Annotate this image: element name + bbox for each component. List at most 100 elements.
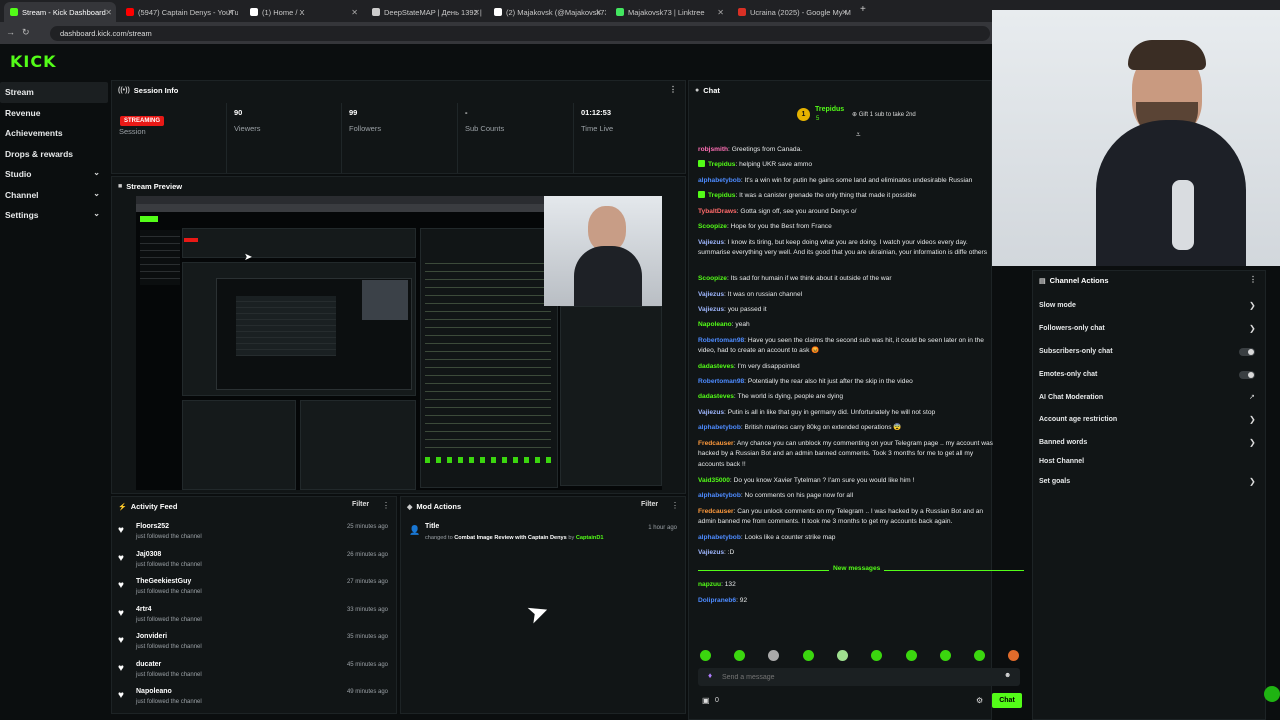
- chat-username[interactable]: Scoopize: [698, 275, 727, 282]
- emote-icon[interactable]: [803, 650, 814, 661]
- close-tab-icon[interactable]: ✕: [595, 8, 602, 17]
- more-options-icon[interactable]: ⋮: [671, 501, 679, 510]
- close-tab-icon[interactable]: ✕: [351, 8, 358, 17]
- chat-username[interactable]: Scoopize: [698, 223, 727, 230]
- channel-action-account-age[interactable]: Account age restriction: [1039, 416, 1117, 423]
- chat-username[interactable]: dadasteves: [698, 393, 734, 400]
- chat-username[interactable]: dadasteves: [698, 363, 734, 370]
- chat-username[interactable]: alphabetybob: [698, 534, 741, 541]
- url-field[interactable]: dashboard.kick.com/stream: [50, 26, 990, 41]
- chevron-right-icon[interactable]: ❯: [1249, 477, 1256, 486]
- emote-icon[interactable]: [871, 650, 882, 661]
- more-options-icon[interactable]: ⋮: [669, 85, 677, 94]
- chat-username[interactable]: Napoleano: [698, 321, 732, 328]
- browser-tab-6[interactable]: Ucraina (2025) - Google My M ✕: [732, 2, 852, 22]
- emote-icon[interactable]: [837, 650, 848, 661]
- chat-send-button[interactable]: Chat: [992, 693, 1022, 708]
- follower-name[interactable]: Floors252: [136, 523, 169, 530]
- pinned-gifter-name[interactable]: Trepidus: [815, 106, 844, 113]
- channel-action-slow-mode[interactable]: Slow mode: [1039, 302, 1076, 309]
- chat-username[interactable]: Robertoman98: [698, 378, 744, 385]
- follower-name[interactable]: ducater: [136, 661, 161, 668]
- chat-username[interactable]: Trepidus: [708, 161, 735, 168]
- channel-action-host-channel[interactable]: Host Channel: [1039, 458, 1084, 465]
- chat-username[interactable]: alphabetybob: [698, 177, 741, 184]
- chat-username[interactable]: Vajiezus: [698, 239, 724, 246]
- browser-tab-5[interactable]: Majakovsk73 | Linktree ✕: [610, 2, 728, 22]
- chat-username[interactable]: Vajiezus: [698, 409, 724, 416]
- close-tab-icon[interactable]: ✕: [473, 8, 480, 17]
- chat-username[interactable]: Vajiezus: [698, 306, 724, 313]
- close-tab-icon[interactable]: ✕: [105, 8, 112, 17]
- new-tab-icon[interactable]: +: [860, 4, 866, 15]
- emote-icon[interactable]: [974, 650, 985, 661]
- emote-icon[interactable]: [1008, 650, 1019, 661]
- sidebar-item-achievements[interactable]: Achievements: [0, 123, 108, 144]
- close-tab-icon[interactable]: ✕: [717, 8, 724, 17]
- follower-name[interactable]: Jonvideri: [136, 633, 167, 640]
- browser-tab-2[interactable]: (1) Home / X ✕: [244, 2, 362, 22]
- support-chat-icon[interactable]: [1264, 686, 1280, 702]
- subscribers-only-toggle[interactable]: [1239, 348, 1255, 356]
- kick-logo[interactable]: KICK: [10, 52, 57, 71]
- sidebar-item-settings[interactable]: Settings ⌄: [0, 205, 108, 226]
- chevron-right-icon[interactable]: ❯: [1249, 301, 1256, 310]
- chevron-right-icon[interactable]: ❯: [1249, 415, 1256, 424]
- sidebar-item-stream[interactable]: Stream: [0, 82, 108, 103]
- chat-username[interactable]: robjsmith: [698, 146, 728, 153]
- moderator-name[interactable]: CaptainD1: [576, 535, 604, 541]
- chat-username[interactable]: Dolipraneb6: [698, 597, 736, 604]
- chat-username[interactable]: TybaltDraws: [698, 208, 737, 215]
- stream-preview-video[interactable]: ➤: [136, 196, 662, 490]
- emote-icon[interactable]: [734, 650, 745, 661]
- channel-action-emotes-only[interactable]: Emotes-only chat: [1039, 371, 1097, 378]
- follower-name[interactable]: Jaj0308: [136, 551, 161, 558]
- follower-name[interactable]: TheGeekiestGuy: [136, 578, 191, 585]
- sidebar-item-revenue[interactable]: Revenue: [0, 103, 108, 124]
- chat-username[interactable]: Trepidus: [708, 192, 735, 199]
- emote-icon[interactable]: [940, 650, 951, 661]
- browser-tab-3[interactable]: DeepStateMAP | День 1392 | М ✕: [366, 2, 484, 22]
- chat-username[interactable]: alphabetybob: [698, 492, 741, 499]
- close-tab-icon[interactable]: ✕: [841, 8, 848, 17]
- chevron-right-icon[interactable]: ❯: [1249, 324, 1256, 333]
- follower-name[interactable]: Napoleano: [136, 688, 172, 695]
- chat-username[interactable]: Vaid35000: [698, 477, 730, 484]
- chat-username[interactable]: Fredcauser: [698, 440, 734, 447]
- chat-username[interactable]: Vajiezus: [698, 549, 724, 556]
- emote-icon[interactable]: [906, 650, 917, 661]
- browser-tab-0[interactable]: Stream - Kick Dashboard ✕: [4, 2, 116, 22]
- more-options-icon[interactable]: ⋮: [1249, 275, 1257, 284]
- forward-icon[interactable]: →: [6, 27, 15, 37]
- more-options-icon[interactable]: ⋮: [382, 501, 390, 510]
- collapse-pinned-icon[interactable]: ⩡: [856, 130, 861, 140]
- chat-username[interactable]: napzuu: [698, 581, 721, 588]
- external-link-icon[interactable]: ↗: [1249, 393, 1255, 401]
- chat-username[interactable]: Vajiezus: [698, 291, 724, 298]
- channel-action-followers-only[interactable]: Followers-only chat: [1039, 325, 1105, 332]
- channel-action-banned-words[interactable]: Banned words: [1039, 439, 1087, 446]
- sidebar-item-channel[interactable]: Channel ⌄: [0, 185, 108, 206]
- new-messages-label[interactable]: New messages: [829, 565, 885, 572]
- sidebar-item-studio[interactable]: Studio ⌄: [0, 164, 108, 185]
- emote-icon[interactable]: [700, 650, 711, 661]
- browser-tab-1[interactable]: (5947) Captain Denys - YouTub ✕: [120, 2, 238, 22]
- chat-username[interactable]: alphabetybob: [698, 424, 741, 431]
- emoji-icon[interactable]: ☻: [1004, 672, 1011, 679]
- channel-action-subscribers-only[interactable]: Subscribers-only chat: [1039, 348, 1113, 355]
- chat-username[interactable]: Robertoman98: [698, 337, 744, 344]
- activity-filter-button[interactable]: Filter: [352, 501, 369, 508]
- emotes-only-toggle[interactable]: [1239, 371, 1255, 379]
- close-tab-icon[interactable]: ✕: [227, 8, 234, 17]
- channel-action-set-goals[interactable]: Set goals: [1039, 478, 1070, 485]
- chat-input-box[interactable]: ♦ ☻: [698, 668, 1020, 686]
- chat-settings-icon[interactable]: ⚙: [976, 696, 983, 705]
- follower-name[interactable]: 4rtr4: [136, 606, 152, 613]
- chevron-right-icon[interactable]: ❯: [1249, 438, 1256, 447]
- chat-message-input[interactable]: [722, 670, 992, 684]
- browser-tab-4[interactable]: (2) Majakovsk (@Majakovsk73) / ✕: [488, 2, 606, 22]
- emote-icon[interactable]: [768, 650, 779, 661]
- channel-action-ai-moderation[interactable]: AI Chat Moderation: [1039, 394, 1103, 401]
- mod-filter-button[interactable]: Filter: [641, 501, 658, 508]
- reload-icon[interactable]: ↻: [22, 27, 30, 38]
